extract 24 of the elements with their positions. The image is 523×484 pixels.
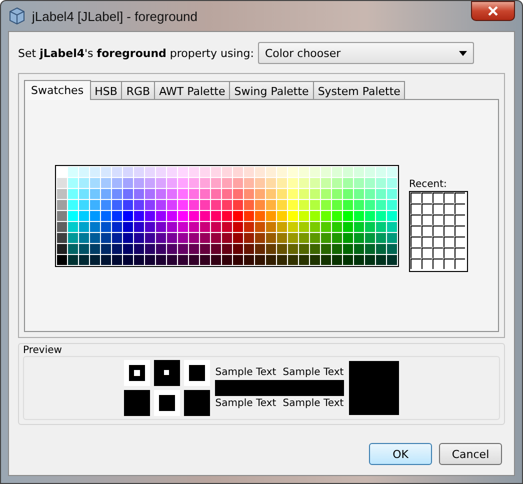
tab[interactable]: System Palette	[312, 81, 406, 99]
recent-label: Recent:	[409, 179, 448, 190]
dialog-button[interactable]: Cancel	[439, 443, 502, 465]
window-title: jLabel4 [JLabel] - foreground	[32, 8, 199, 24]
tab[interactable]: HSB	[90, 81, 122, 99]
sample-text: Sample Text	[282, 398, 344, 409]
sample-text: Sample Text	[215, 367, 276, 378]
dropdown-arrow-icon	[458, 50, 467, 56]
dialog-button[interactable]: OK	[369, 443, 432, 465]
tab[interactable]: AWT Palette	[154, 81, 230, 99]
sample-text: Sample Text	[215, 398, 276, 409]
sample-text: Sample Text	[282, 367, 344, 378]
cube-icon	[8, 7, 26, 25]
tab[interactable]: Swing Palette	[229, 81, 314, 99]
close-button[interactable]	[471, 1, 515, 21]
preview-square	[349, 361, 399, 415]
preview-title: Preview	[23, 345, 63, 356]
close-icon	[487, 6, 499, 16]
tab[interactable]: Swatches	[24, 80, 91, 100]
tab[interactable]: RGB	[121, 81, 156, 99]
editor-dropdown[interactable]: Color chooser	[258, 42, 474, 64]
property-prompt: Set jLabel4's foreground property using:	[18, 46, 254, 60]
recent-swatch-grid[interactable]	[409, 191, 468, 272]
swatch-grid[interactable]	[55, 164, 399, 266]
